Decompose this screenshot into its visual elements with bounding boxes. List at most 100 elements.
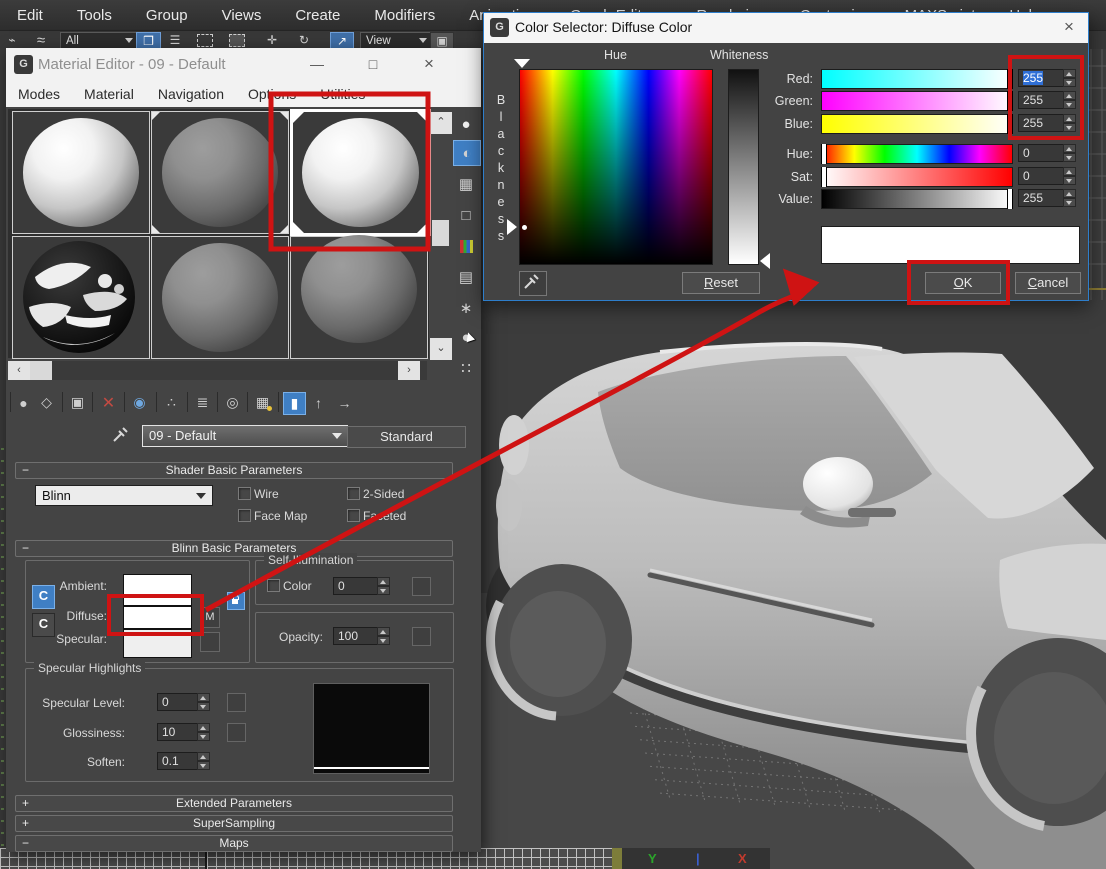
soften-spinner[interactable] xyxy=(197,752,210,770)
maps-rollout[interactable]: − Maps xyxy=(15,835,453,852)
video-color-check-icon[interactable] xyxy=(453,234,479,258)
slots-horizontal-scroll-thumb[interactable] xyxy=(30,361,52,380)
show-map-in-viewport-icon[interactable]: ▦ xyxy=(252,392,273,413)
reset-map-icon[interactable]: ✕ xyxy=(98,392,119,413)
menu-options[interactable]: Options xyxy=(236,86,308,102)
self-illumination-spinner[interactable] xyxy=(377,577,390,595)
sample-slot-4[interactable] xyxy=(12,236,150,359)
rectangular-selection-region-icon[interactable] xyxy=(192,32,218,48)
hue-slider[interactable] xyxy=(821,144,1013,164)
assign-material-to-selection-icon[interactable]: ▣ xyxy=(67,392,88,413)
hue-marker-triangle[interactable] xyxy=(514,59,530,68)
menu-tools[interactable]: Tools xyxy=(60,7,129,24)
put-to-library-icon[interactable]: ≣ xyxy=(192,392,213,413)
soften-field[interactable]: 0.1 xyxy=(157,752,199,770)
hue-spinner[interactable] xyxy=(1063,144,1076,162)
shader-combo[interactable]: Blinn xyxy=(35,485,213,506)
opacity-spinner[interactable] xyxy=(377,627,390,645)
slots-scroll-right-button[interactable]: › xyxy=(398,361,420,380)
slots-horizontal-scrollbar[interactable]: ‹ › xyxy=(8,361,427,380)
self-illumination-value-field[interactable]: 0 xyxy=(333,577,379,595)
specular-map-button[interactable] xyxy=(200,632,220,652)
color-eyedropper-button[interactable] xyxy=(519,271,547,296)
options-icon[interactable]: ∗ xyxy=(453,296,479,320)
slots-vertical-scroll-thumb[interactable] xyxy=(432,220,449,246)
make-material-copy-icon[interactable]: ◉ xyxy=(129,392,150,413)
face-map-checkbox[interactable] xyxy=(238,509,251,522)
maximize-button[interactable]: □ xyxy=(362,54,384,74)
whiteness-marker-triangle[interactable] xyxy=(760,253,770,269)
minimize-button[interactable]: — xyxy=(306,54,328,74)
sample-slot-5[interactable] xyxy=(151,236,289,359)
shader-basic-parameters-rollout[interactable]: − Shader Basic Parameters xyxy=(15,462,453,479)
menu-utilities[interactable]: Utilities xyxy=(308,86,377,102)
slots-scroll-up-button[interactable]: ⌃ xyxy=(430,112,452,134)
ambient-color-swatch[interactable] xyxy=(123,574,192,606)
specular-level-spinner[interactable] xyxy=(197,693,210,711)
material-map-navigator-icon[interactable]: ∷ xyxy=(453,356,479,380)
blue-value-field[interactable]: 255 xyxy=(1018,114,1065,132)
cancel-button[interactable]: Cancel xyxy=(1015,272,1081,294)
value-spinner[interactable] xyxy=(1063,189,1076,207)
hue-value-field[interactable]: 0 xyxy=(1018,144,1065,162)
green-slider[interactable] xyxy=(821,91,1013,111)
blue-spinner[interactable] xyxy=(1063,114,1076,132)
menu-create[interactable]: Create xyxy=(278,7,357,24)
two-sided-checkbox[interactable] xyxy=(347,487,360,500)
background-icon[interactable]: ▦ xyxy=(453,172,479,196)
supersampling-rollout[interactable]: + SuperSampling xyxy=(15,815,453,832)
blackness-marker-triangle[interactable] xyxy=(507,219,517,235)
wire-checkbox[interactable] xyxy=(238,487,251,500)
value-slider[interactable] xyxy=(821,189,1013,209)
generate-preview-icon[interactable]: ▤ xyxy=(453,265,479,289)
menu-views[interactable]: Views xyxy=(205,7,279,24)
glossiness-field[interactable]: 10 xyxy=(157,723,199,741)
red-spinner[interactable] xyxy=(1063,69,1076,87)
reference-coordinate-dropdown[interactable]: View xyxy=(360,32,431,49)
go-forward-to-sibling-icon[interactable]: → xyxy=(334,392,355,413)
glossiness-map-button[interactable] xyxy=(227,723,246,742)
menu-group[interactable]: Group xyxy=(129,7,205,24)
get-material-icon[interactable]: ● xyxy=(13,392,34,413)
sample-slot-3-selected[interactable] xyxy=(290,109,431,236)
sat-value-field[interactable]: 0 xyxy=(1018,167,1065,185)
sample-type-icon[interactable]: ● xyxy=(453,112,479,136)
slots-scroll-down-button[interactable]: ⌄ xyxy=(430,338,452,360)
sat-slider[interactable] xyxy=(821,167,1013,187)
red-value-field[interactable]: 255 xyxy=(1018,69,1065,87)
menu-material[interactable]: Material xyxy=(72,86,146,102)
pick-material-from-object-icon[interactable] xyxy=(110,425,130,445)
extended-parameters-rollout[interactable]: + Extended Parameters xyxy=(15,795,453,812)
select-and-move-icon[interactable]: ✛ xyxy=(260,32,284,48)
diffuse-color-swatch[interactable] xyxy=(123,606,192,629)
select-by-name-icon[interactable]: ☰ xyxy=(164,32,186,48)
link-icon[interactable]: ⌁ xyxy=(2,32,22,48)
specular-color-swatch[interactable] xyxy=(123,629,192,658)
opacity-value-field[interactable]: 100 xyxy=(333,627,379,645)
reset-button[interactable]: Reset xyxy=(682,272,760,294)
mirror-curves-icon[interactable]: ≈ xyxy=(28,32,54,49)
sample-slot-6[interactable] xyxy=(290,234,428,359)
close-button[interactable]: × xyxy=(418,54,440,74)
specular-level-field[interactable]: 0 xyxy=(157,693,199,711)
red-slider[interactable] xyxy=(821,69,1013,89)
make-unique-icon[interactable]: ∴ xyxy=(161,392,182,413)
menu-edit[interactable]: Edit xyxy=(0,7,60,24)
slots-scroll-left-button[interactable]: ‹ xyxy=(8,361,30,380)
hue-blackness-picker[interactable] xyxy=(519,69,713,265)
sat-spinner[interactable] xyxy=(1063,167,1076,185)
put-material-to-scene-icon[interactable]: ◇ xyxy=(36,392,57,413)
self-illumination-color-checkbox[interactable] xyxy=(267,579,280,592)
material-type-button[interactable]: Standard xyxy=(347,426,466,448)
material-id-channel-icon[interactable]: ◎ xyxy=(222,392,243,413)
ok-button[interactable]: OK xyxy=(925,272,1001,294)
opacity-map-button[interactable] xyxy=(412,627,431,646)
green-value-field[interactable]: 255 xyxy=(1018,91,1065,109)
menu-modifiers[interactable]: Modifiers xyxy=(357,7,452,24)
diffuse-map-button[interactable]: M xyxy=(200,607,220,628)
material-name-dropdown[interactable]: 09 - Default xyxy=(142,425,348,447)
select-and-rotate-icon[interactable]: ↻ xyxy=(292,32,316,48)
window-crossing-icon[interactable] xyxy=(224,32,250,48)
material-editor-titlebar[interactable]: G Material Editor - 09 - Default — □ × xyxy=(6,48,481,81)
faceted-checkbox[interactable] xyxy=(347,509,360,522)
